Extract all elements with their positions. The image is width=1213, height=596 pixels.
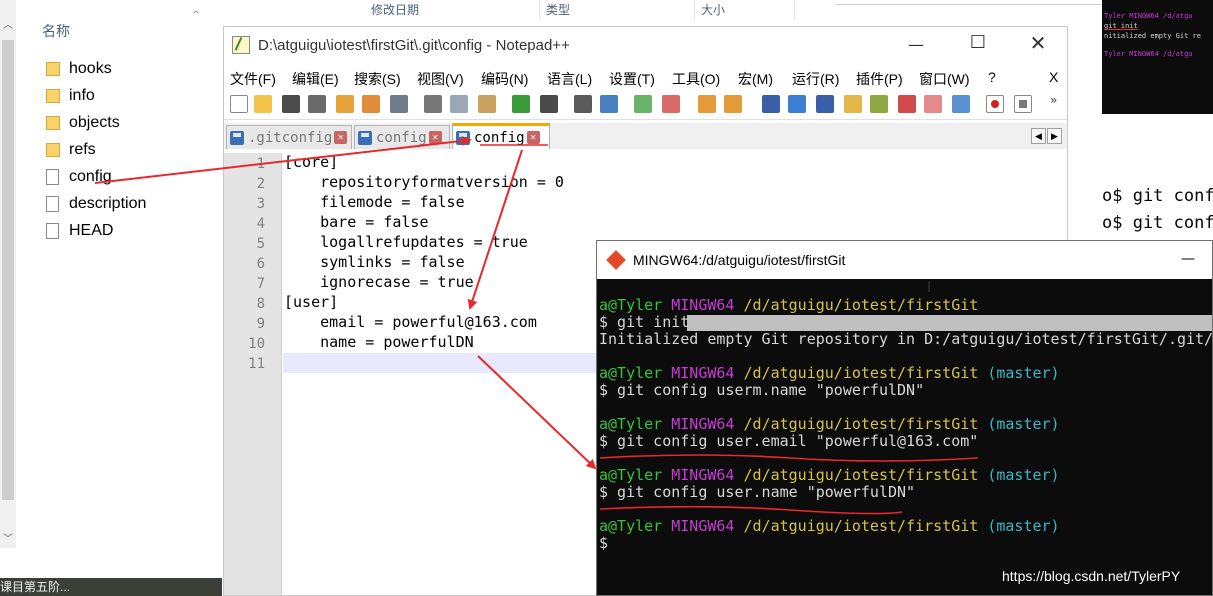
annotation-overlay (94, 135, 979, 515)
arrow-explorer-to-tab (94, 135, 472, 184)
arrow-tab-to-user-section (467, 149, 523, 310)
arrow-config-to-terminal (477, 355, 597, 470)
name-underline (599, 505, 903, 515)
email-underline (599, 454, 979, 462)
